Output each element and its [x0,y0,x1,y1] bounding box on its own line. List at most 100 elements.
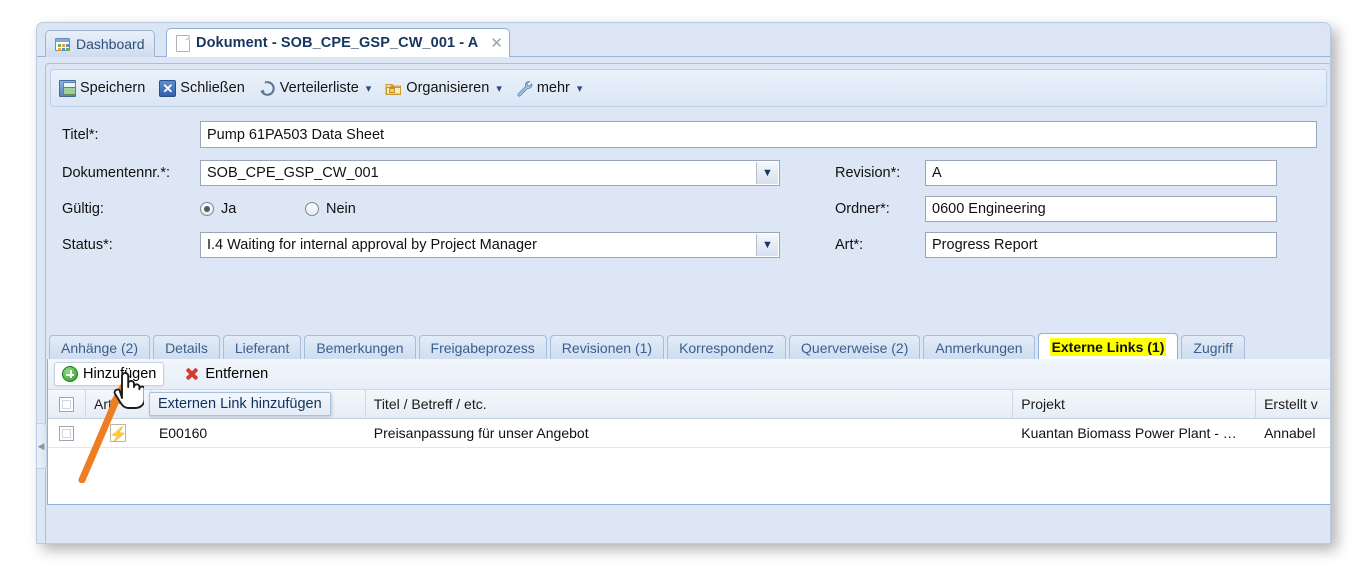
status-label: Status*: [50,237,200,253]
window-tab-dashboard[interactable]: Dashboard [45,30,155,57]
tab-lieferant[interactable]: Lieferant [223,335,301,360]
distribution-list-label: Verteilerliste [280,80,359,96]
radio-icon [305,202,319,216]
tab-bemerkungen[interactable]: Bemerkungen [304,335,415,360]
valid-label: Gültig: [50,201,200,217]
external-links-panel: Hinzufügen Entfernen Art Titel / Betreff… [47,359,1331,505]
checkbox-icon[interactable] [59,397,74,412]
tab-label: Freigabeprozess [431,340,535,356]
dashboard-icon [55,38,70,51]
row-id: E00160 [151,425,366,441]
tooltip-text: Externen Link hinzufügen [158,396,322,412]
wrench-icon [516,80,533,97]
valid-radio-nein-label: Nein [326,201,356,217]
row-checkbox-cell[interactable] [48,426,86,441]
close-icon: ✕ [159,80,176,97]
detail-tab-bar: Anhänge (2) Details Lieferant Bemerkunge… [49,333,1330,360]
row-project: Kuantan Biomass Power Plant - … [1013,425,1256,441]
tab-freigabeprozess[interactable]: Freigabeprozess [419,335,547,360]
close-button-label: Schließen [180,80,244,96]
remove-button-label: Entfernen [205,366,268,382]
folder-value: 0600 Engineering [932,201,1046,217]
document-form: Titel*: Pump 61PA503 Data Sheet Dokument… [50,114,1327,263]
art-label: Art*: [780,237,925,253]
row-created-by: Annabel [1256,425,1331,441]
tab-anhaenge[interactable]: Anhänge (2) [49,335,150,360]
valid-radio-nein[interactable]: Nein [305,201,356,217]
column-header-projekt[interactable]: Projekt [1013,390,1256,419]
document-bolt-icon: ⚡ [110,424,126,442]
tab-label: Querverweise (2) [801,340,908,356]
art-input[interactable]: Progress Report [925,232,1277,258]
folder-input[interactable]: 0600 Engineering [925,196,1277,222]
form-row-docnumber: Dokumentennr.*: SOB_CPE_GSP_CW_001 ▼ Rev… [50,155,1327,191]
tooltip: Externen Link hinzufügen [149,392,331,416]
revision-value: A [932,165,942,181]
folder-lock-icon [385,80,402,97]
checkbox-icon[interactable] [59,426,74,441]
select-all-checkbox-cell[interactable] [48,390,86,419]
folder-label: Ordner*: [780,201,925,217]
document-icon [176,35,190,52]
save-button[interactable]: Speichern [59,80,145,97]
distribution-list-button[interactable]: Verteilerliste ▾ [259,80,372,97]
tab-anmerkungen[interactable]: Anmerkungen [923,335,1034,360]
distribution-list-icon [259,80,276,97]
art-value: Progress Report [932,237,1038,253]
organize-button[interactable]: Organisieren ▾ [385,80,502,97]
chevron-down-icon[interactable]: ▾ [496,82,502,95]
application-window: Dashboard Dokument - SOB_CPE_GSP_CW_001 … [36,22,1331,544]
window-tab-label: Dashboard [76,36,145,52]
tab-label: Details [165,340,208,356]
tab-label: Bemerkungen [316,340,403,356]
document-number-value: SOB_CPE_GSP_CW_001 [207,165,379,181]
tab-label: Korrespondenz [679,340,774,356]
tab-details[interactable]: Details [153,335,220,360]
more-button[interactable]: mehr ▾ [516,80,583,97]
tab-label: Revisionen (1) [562,340,652,356]
add-circle-icon [62,366,78,382]
valid-radio-ja-label: Ja [221,201,236,217]
form-row-title: Titel*: Pump 61PA503 Data Sheet [50,114,1327,155]
tab-label: Anmerkungen [935,340,1022,356]
valid-radio-ja[interactable]: Ja [200,201,305,217]
document-toolbar: Speichern ✕ Schließen Verteilerliste [50,69,1327,107]
valid-radio-group: Ja Nein [200,201,780,217]
chevron-down-icon[interactable]: ▼ [756,162,778,184]
tab-revisionen[interactable]: Revisionen (1) [550,335,664,360]
tab-externe-links[interactable]: Externe Links (1) [1038,333,1179,360]
organize-label: Organisieren [406,80,489,96]
chevron-down-icon[interactable]: ▼ [756,234,778,256]
chevron-down-icon[interactable]: ▾ [366,82,372,95]
collapse-handle[interactable]: ◀ [36,423,47,469]
remove-button[interactable]: Entfernen [176,362,276,386]
tab-korrespondenz[interactable]: Korrespondenz [667,335,786,360]
form-row-status: Status*: I.4 Waiting for internal approv… [50,227,1327,263]
close-icon[interactable]: ✕ [490,36,503,51]
row-art-icon-cell: ⚡ [86,424,151,442]
title-input[interactable]: Pump 61PA503 Data Sheet [200,121,1317,148]
document-number-combobox[interactable]: SOB_CPE_GSP_CW_001 ▼ [200,160,780,186]
more-label: mehr [537,80,570,96]
status-value: I.4 Waiting for internal approval by Pro… [207,237,537,253]
chevron-down-icon[interactable]: ▾ [577,82,583,95]
table-row[interactable]: ⚡ E00160 Preisanpassung für unser Angebo… [48,419,1331,448]
tab-label: Zugriff [1193,340,1232,356]
column-header-created-by[interactable]: Erstellt v [1256,390,1331,419]
window-tab-document[interactable]: Dokument - SOB_CPE_GSP_CW_001 - A ✕ [166,28,510,57]
window-tab-bar: Dashboard Dokument - SOB_CPE_GSP_CW_001 … [37,23,1330,57]
save-icon [59,80,76,97]
row-subject: Preisanpassung für unser Angebot [366,425,1013,441]
revision-input[interactable]: A [925,160,1277,186]
screenshot-root: Dashboard Dokument - SOB_CPE_GSP_CW_001 … [0,0,1358,567]
tab-zugriff[interactable]: Zugriff [1181,335,1244,360]
column-header-subject[interactable]: Titel / Betreff / etc. [366,390,1013,419]
save-button-label: Speichern [80,80,145,96]
status-combobox[interactable]: I.4 Waiting for internal approval by Pro… [200,232,780,258]
close-button[interactable]: ✕ Schließen [159,80,244,97]
radio-icon [200,202,214,216]
document-number-label: Dokumentennr.*: [50,165,200,181]
revision-label: Revision*: [780,165,925,181]
title-label: Titel*: [50,127,200,143]
tab-querverweise[interactable]: Querverweise (2) [789,335,920,360]
